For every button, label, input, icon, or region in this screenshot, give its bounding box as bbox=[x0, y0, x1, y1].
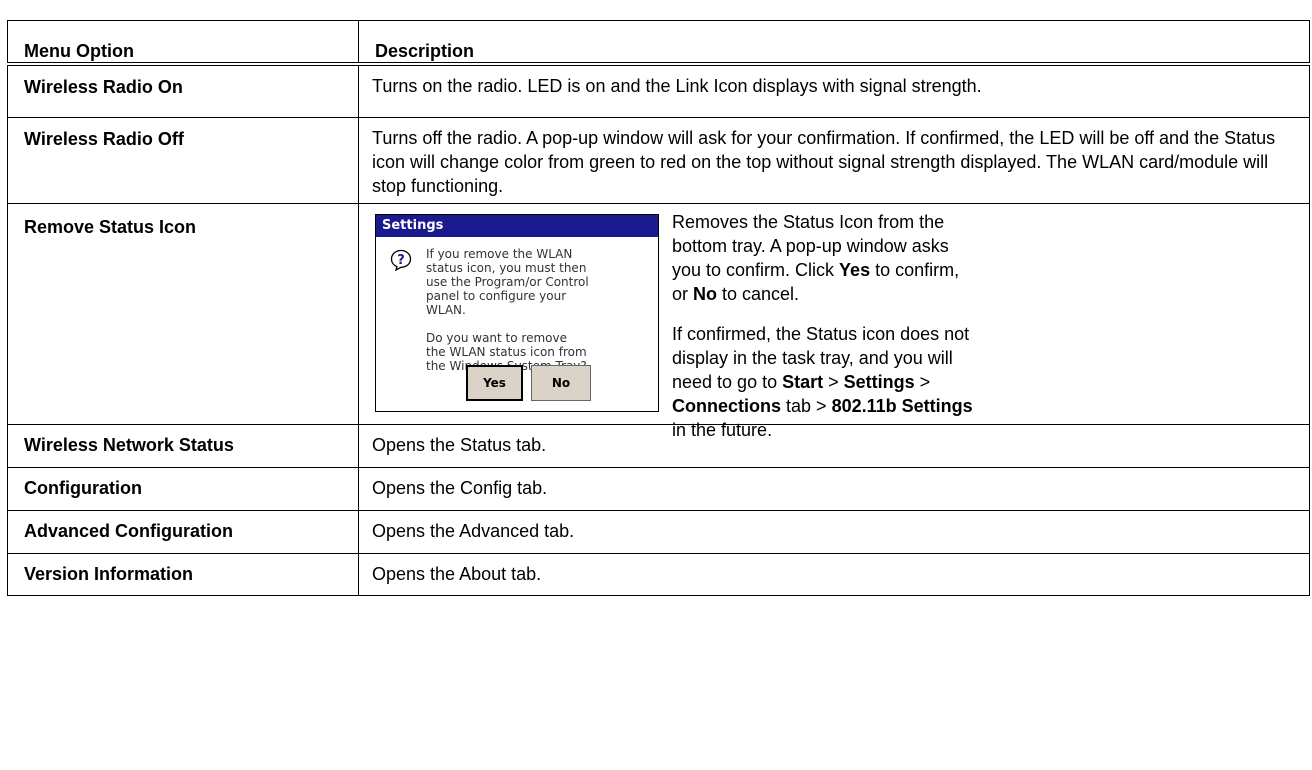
menu-options-table: Menu Option Description Wireless Radio O… bbox=[7, 20, 1310, 596]
description-cell: Settings ? If you remove the WLAN status… bbox=[358, 202, 1310, 440]
remove-description-paragraph-2: If confirmed, the Status icon does not d… bbox=[672, 323, 973, 440]
description-cell: Opens the About tab. bbox=[358, 552, 1310, 596]
table-row: Version Information Opens the About tab. bbox=[7, 552, 1310, 596]
table-header-row: Menu Option Description bbox=[7, 20, 1310, 66]
table-row: Wireless Network Status Opens the Status… bbox=[7, 423, 1310, 468]
header-menu-option: Menu Option bbox=[7, 20, 359, 66]
option-cell: Wireless Radio Off bbox=[7, 116, 359, 204]
option-cell: Configuration bbox=[7, 466, 359, 511]
table-row: Remove Status Icon Settings ? If you rem… bbox=[7, 202, 1310, 440]
remove-description-paragraph-1: Removes the Status Icon from the bottom … bbox=[672, 211, 960, 304]
description-cell: Turns off the radio. A pop-up window wil… bbox=[358, 116, 1310, 204]
dialog-message: If you remove the WLAN status icon, you … bbox=[426, 246, 589, 373]
description-cell: Turns on the radio. LED is on and the Li… bbox=[358, 63, 1310, 118]
table-row: Wireless Radio Off Turns off the radio. … bbox=[7, 116, 1310, 204]
remove-description: Removes the Status Icon from the bottom … bbox=[672, 210, 977, 458]
option-cell: Remove Status Icon bbox=[7, 202, 359, 425]
option-cell: Wireless Network Status bbox=[7, 423, 359, 468]
svg-text:?: ? bbox=[397, 253, 405, 268]
settings-dialog-screenshot: Settings ? If you remove the WLAN status… bbox=[375, 213, 659, 412]
table-row: Configuration Opens the Config tab. bbox=[7, 466, 1310, 511]
dialog-title: Settings bbox=[376, 214, 658, 237]
question-icon: ? bbox=[390, 249, 412, 271]
table-row: Wireless Radio On Turns on the radio. LE… bbox=[7, 63, 1310, 118]
description-cell: Opens the Config tab. bbox=[358, 466, 1310, 511]
table-row: Advanced Configuration Opens the Advance… bbox=[7, 509, 1310, 554]
no-button[interactable]: No bbox=[531, 364, 591, 401]
yes-button[interactable]: Yes bbox=[466, 364, 523, 401]
remove-status-icon-content: Settings ? If you remove the WLAN status… bbox=[359, 204, 1309, 440]
option-cell: Wireless Radio On bbox=[7, 63, 359, 118]
option-cell: Version Information bbox=[7, 552, 359, 596]
header-description: Description bbox=[358, 20, 1310, 66]
option-cell: Advanced Configuration bbox=[7, 509, 359, 554]
description-cell: Opens the Advanced tab. bbox=[358, 509, 1310, 554]
